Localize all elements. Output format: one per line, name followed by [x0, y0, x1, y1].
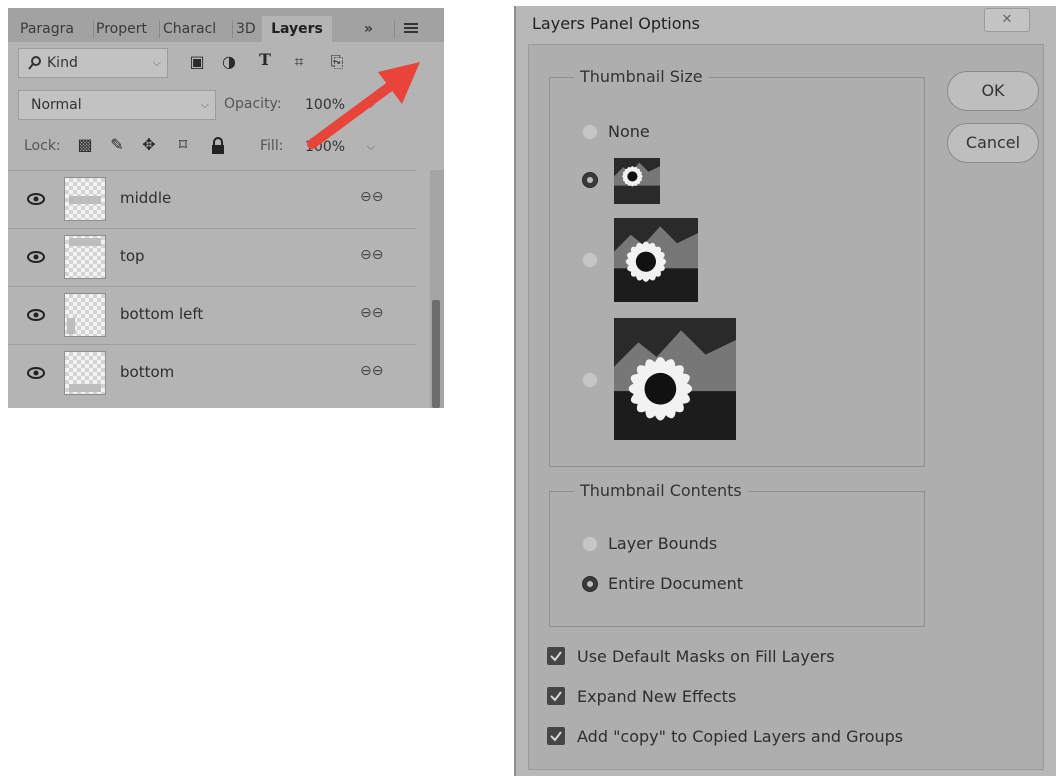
thumbnail-contents-title: Thumbnail Contents	[574, 481, 748, 500]
link-icon[interactable]: ⊖⊖	[360, 305, 383, 321]
lock-position-icon[interactable]: ✥	[138, 135, 160, 154]
chevron-down-icon: ⌵	[200, 98, 209, 111]
layers-panel: Paragra Propert Characl 3D Layers » Kind…	[8, 8, 444, 408]
sunflower-icon	[614, 318, 736, 440]
layers-scrollbar-thumb[interactable]	[432, 300, 440, 408]
entire-document-label: Entire Document	[608, 574, 744, 593]
lock-image-pixels-icon[interactable]: ✎	[106, 135, 128, 154]
use-default-masks-label: Use Default Masks on Fill Layers	[577, 647, 835, 666]
layers-panel-options-dialog: Layers Panel Options ✕ Thumbnail Size No…	[514, 6, 1056, 776]
lock-all-icon[interactable]	[210, 137, 226, 155]
thumbnail-size-title: Thumbnail Size	[574, 67, 709, 86]
layer-thumbnail	[64, 293, 106, 337]
tab-divider	[93, 20, 94, 38]
link-icon[interactable]: ⊖⊖	[360, 189, 383, 205]
blend-mode-dropdown[interactable]: Normal ⌵	[18, 90, 216, 120]
thumbnail-contents-group: Thumbnail Contents Layer Bounds Entire D…	[549, 481, 925, 627]
thumbnail-medium-preview	[614, 218, 698, 302]
panel-tab-bar: Paragra Propert Characl 3D Layers »	[8, 8, 444, 42]
visibility-eye-icon[interactable]	[26, 249, 46, 265]
layer-bounds-label: Layer Bounds	[608, 534, 718, 553]
type-layer-filter-icon[interactable]: T	[254, 50, 276, 69]
layer-name: middle	[120, 189, 172, 207]
tab-3d[interactable]: 3D	[236, 16, 260, 42]
layer-thumbnail	[64, 235, 106, 279]
opacity-label: Opacity:	[224, 96, 282, 112]
tab-properties[interactable]: Propert	[96, 16, 158, 42]
layer-row-middle[interactable]: middle ⊖⊖	[8, 170, 416, 228]
thumbnail-none-label: None	[608, 122, 650, 141]
dialog-title: Layers Panel Options	[532, 14, 701, 33]
checkmark-icon	[550, 731, 562, 742]
layer-row-top[interactable]: top ⊖⊖	[8, 228, 416, 286]
thumbnail-none-radio[interactable]	[582, 124, 598, 140]
layer-row-bottom-left[interactable]: bottom left ⊖⊖	[8, 286, 416, 344]
checkmark-icon	[550, 651, 562, 662]
ok-button[interactable]: OK	[947, 71, 1039, 111]
layer-name: top	[120, 247, 145, 265]
chevron-down-icon: ⌵	[152, 56, 161, 69]
expand-new-effects-label: Expand New Effects	[577, 687, 737, 706]
thumbnail-medium-radio[interactable]	[582, 252, 598, 268]
lock-label: Lock:	[24, 138, 61, 154]
filter-kind-dropdown[interactable]: Kind ⌵	[18, 48, 168, 78]
blend-mode-value: Normal	[31, 97, 82, 113]
tab-paragraph[interactable]: Paragra	[20, 16, 94, 42]
visibility-eye-icon[interactable]	[26, 307, 46, 323]
search-icon	[28, 56, 41, 70]
entire-document-radio[interactable]	[582, 576, 598, 592]
layer-thumbnail	[64, 177, 106, 221]
thumbnail-large-preview	[614, 318, 736, 440]
visibility-eye-icon[interactable]	[26, 191, 46, 207]
checkmark-icon	[550, 691, 562, 702]
thumbnail-large-radio[interactable]	[582, 372, 598, 388]
panel-menu-icon[interactable]	[404, 22, 418, 34]
tab-divider	[159, 20, 160, 38]
cancel-button[interactable]: Cancel	[947, 123, 1039, 163]
layer-thumbnail	[64, 351, 106, 395]
thumbnail-small-radio[interactable]	[582, 172, 598, 188]
sunflower-icon	[614, 218, 698, 302]
tab-layers[interactable]: Layers	[262, 16, 332, 42]
link-icon[interactable]: ⊖⊖	[360, 247, 383, 263]
close-button[interactable]: ✕	[984, 8, 1030, 32]
layer-row-bottom[interactable]: bottom ⊖⊖	[8, 344, 416, 402]
fill-label: Fill:	[260, 138, 284, 154]
expand-new-effects-checkbox[interactable]	[547, 687, 565, 705]
adjustment-layer-filter-icon[interactable]: ◑	[218, 52, 240, 71]
thumbnail-small-preview	[614, 158, 660, 204]
layer-name: bottom	[120, 363, 175, 381]
lock-transparent-pixels-icon[interactable]: ▩	[74, 135, 96, 154]
use-default-masks-checkbox[interactable]	[547, 647, 565, 665]
sunflower-icon	[614, 158, 660, 204]
layer-name: bottom left	[120, 305, 204, 323]
link-icon[interactable]: ⊖⊖	[360, 363, 383, 379]
layer-bounds-radio[interactable]	[582, 536, 598, 552]
annotation-arrow-icon	[307, 62, 420, 149]
tab-divider	[394, 20, 395, 38]
add-copy-checkbox[interactable]	[547, 727, 565, 745]
filter-kind-label: Kind	[47, 55, 78, 71]
dialog-body: Thumbnail Size None Thumbnail Contents L…	[528, 44, 1044, 770]
panel-overflow-button[interactable]: »	[364, 16, 384, 42]
add-copy-label: Add "copy" to Copied Layers and Groups	[577, 727, 904, 746]
thumbnail-size-group: Thumbnail Size None	[549, 67, 925, 467]
tab-character[interactable]: Characl	[163, 16, 231, 42]
lock-artboard-icon[interactable]: ⌑	[172, 135, 194, 154]
pixel-layer-filter-icon[interactable]: ▣	[186, 52, 208, 71]
visibility-eye-icon[interactable]	[26, 365, 46, 381]
tab-divider	[232, 20, 233, 38]
